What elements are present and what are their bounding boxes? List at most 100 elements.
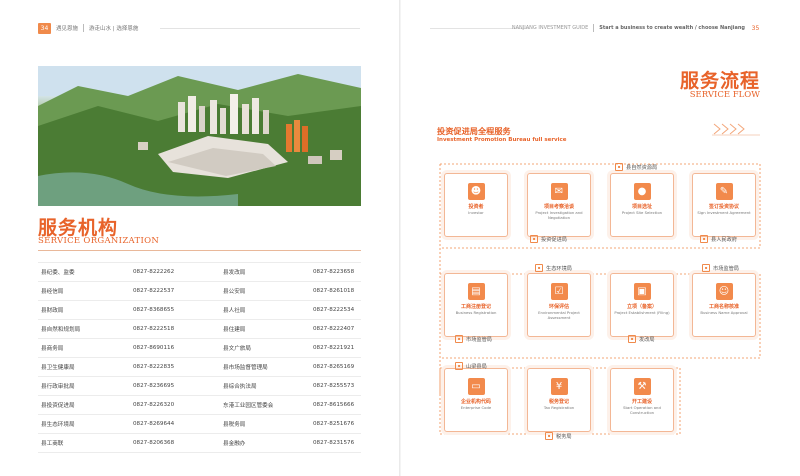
page-fold — [399, 0, 401, 476]
person-icon: ☻ — [467, 183, 485, 200]
agency-name: 县纪委、监委 — [41, 270, 75, 276]
agency-label: 山梁县局 — [466, 363, 487, 370]
agency-label: 投资促进局 — [541, 236, 567, 243]
agency-label: 市场监管局 — [713, 265, 739, 272]
step-enterprise-code: ▭ 企业机构代码 Enterprise Code — [444, 368, 508, 432]
step-name-approval: ☺ 工商名称核准 Business Name Approval — [692, 273, 756, 337]
step-label-en: Project Establishment (Filing) — [614, 310, 670, 315]
agency-label: 发改局 — [639, 336, 655, 343]
agency-name: 县税务局 — [223, 422, 246, 428]
phone-number: 0827-8236695 — [133, 383, 175, 389]
left-header-title: 遇见恩施 — [56, 26, 79, 32]
building-icon: ▪ — [455, 335, 463, 343]
agency-name: 东港工业园区管委会 — [223, 403, 274, 409]
table-row: 县工商联 0827-8206368 县金融办 0827-8231576 — [38, 434, 361, 453]
step-label-en: Enterprise Code — [460, 405, 492, 410]
building-icon: ▪ — [615, 163, 623, 171]
chat-icon: ✉ — [550, 183, 568, 200]
agency-tag-development: ▪ 发改局 — [628, 335, 655, 343]
step-site-selection: ● 项目选址 Project Site Selection — [610, 173, 674, 237]
agency-name: 县生态环境局 — [41, 422, 75, 428]
title-rule — [38, 250, 361, 251]
phone-number: 0827-8222407 — [313, 326, 355, 332]
building-icon: ▪ — [535, 264, 543, 272]
right-header-en: NANJIANG INVESTMENT GUIDE — [511, 25, 589, 31]
phone-number: 0827-8690116 — [133, 345, 175, 351]
agency-tag-shared-services: ▪ 山梁县局 — [455, 362, 487, 370]
building-icon: ▪ — [700, 235, 708, 243]
contact-directory-table: 县纪委、监委 0827-8222262 县发改局 0827-8223658 县经… — [38, 262, 361, 453]
step-label-en: Tax Registration — [543, 405, 575, 410]
step-label-en: Project Site Selection — [621, 210, 663, 215]
agency-name: 县综合执法局 — [223, 384, 257, 390]
step-environmental-assessment: ☑ 环保评估 Environmental Project Assessment — [527, 273, 591, 337]
agency-name: 县投资促进局 — [41, 403, 75, 409]
left-page-header: 34 遇见恩施 游走山水 | 选择恩施 — [38, 21, 138, 35]
agency-tag-market-supervision-2: ▪ 市场监管局 — [455, 335, 492, 343]
phone-number: 0827-8255573 — [313, 383, 355, 389]
header-divider — [593, 24, 595, 32]
step-label-en: Project Investigation and Negotiation — [535, 210, 583, 220]
phone-number: 0827-8222262 — [133, 269, 175, 275]
city-aerial-illustration — [38, 66, 361, 206]
table-row: 县经信局 0827-8222537 县公安局 0827-8261018 — [38, 282, 361, 301]
right-page-header: NANJIANG INVESTMENT GUIDE Start a busine… — [512, 21, 762, 35]
step-label-en: Business Name Approval — [700, 310, 748, 315]
contract-icon: ✎ — [715, 183, 733, 200]
phone-number: 0827-8206368 — [133, 440, 175, 446]
agency-tag-government: ▪ 县人民政府 — [700, 235, 737, 243]
full-service-heading: 投资促进局全程服务 — [437, 126, 511, 136]
table-row: 县行政审批局 0827-8236695 县综合执法局 0827-8255573 — [38, 377, 361, 396]
step-label-en: Environmental Project Assessment — [538, 310, 580, 320]
table-row: 县自然和规划局 0827-8222518 县住建局 0827-8222407 — [38, 320, 361, 339]
agency-label: 税务局 — [556, 433, 572, 440]
agency-tag-tax: ▪ 税务局 — [545, 432, 572, 440]
table-row: 县纪委、监委 0827-8222262 县发改局 0827-8223658 — [38, 262, 361, 282]
header-divider — [83, 24, 85, 32]
agency-name: 县行政审批局 — [41, 384, 75, 390]
agency-label: 县人民政府 — [711, 236, 737, 243]
phone-number: 0827-8222534 — [313, 307, 355, 313]
phone-number: 0827-8222537 — [133, 288, 175, 294]
agency-tag-market-supervision: ▪ 市场监管局 — [702, 264, 739, 272]
building-icon: ▪ — [628, 335, 636, 343]
agency-tag-investment: ▪ 投资促进局 — [530, 235, 567, 243]
step-project-negotiation: ✉ 项目考察洽谈 Project Investigation and Negot… — [527, 173, 591, 237]
phone-number: 0827-8223658 — [313, 269, 355, 275]
id-card-icon: ☺ — [715, 283, 733, 300]
phone-number: 0827-8221921 — [313, 345, 355, 351]
service-flow-subtitle: SERVICE FLOW — [689, 90, 760, 100]
agency-label: 生态环境局 — [546, 265, 572, 272]
building-icon: ▪ — [702, 264, 710, 272]
table-row: 县财政局 0827-8368655 县人社局 0827-8222534 — [38, 301, 361, 320]
document-icon: ▤ — [467, 283, 485, 300]
right-header-slogan: Start a business to create wealth / choo… — [599, 25, 745, 31]
service-organization-subtitle: SERVICE ORGANIZATION — [38, 236, 160, 246]
phone-number: 0827-8261018 — [313, 288, 355, 294]
step-label-en: Start Operation and Construction — [623, 405, 661, 415]
location-pin-icon: ● — [633, 183, 651, 200]
phone-number: 0827-8269644 — [133, 421, 175, 427]
table-row: 县投资促进局 0827-8226320 东港工业园区管委会 0827-86156… — [38, 396, 361, 415]
phone-number: 0827-8231576 — [313, 440, 355, 446]
construction-icon: ⚒ — [633, 378, 651, 395]
agency-name: 县公安局 — [223, 289, 246, 295]
chevron-arrows-icon — [712, 123, 760, 136]
left-page-number: 34 — [38, 22, 51, 34]
phone-number: 0827-8368655 — [133, 307, 175, 313]
building-icon: ▪ — [545, 432, 553, 440]
service-flow-title: 服务流程 — [679, 70, 760, 92]
code-icon: ▭ — [467, 378, 485, 395]
agency-name: 县市场监督管理局 — [223, 365, 268, 371]
table-row: 县生态环境局 0827-8269644 县税务局 0827-8251676 — [38, 415, 361, 434]
agency-name: 县商务局 — [41, 346, 64, 352]
building-icon: ▪ — [455, 362, 463, 370]
agency-name: 县卫生健康局 — [41, 365, 75, 371]
city-aerial-photo — [38, 66, 361, 206]
building-icon: ▪ — [530, 235, 538, 243]
phone-number: 0827-8615666 — [313, 402, 355, 408]
agency-name: 县财政局 — [41, 308, 64, 314]
agency-name: 县经信局 — [41, 289, 64, 295]
agency-name: 县人社局 — [223, 308, 246, 314]
agency-name: 县文广旅局 — [223, 346, 251, 352]
